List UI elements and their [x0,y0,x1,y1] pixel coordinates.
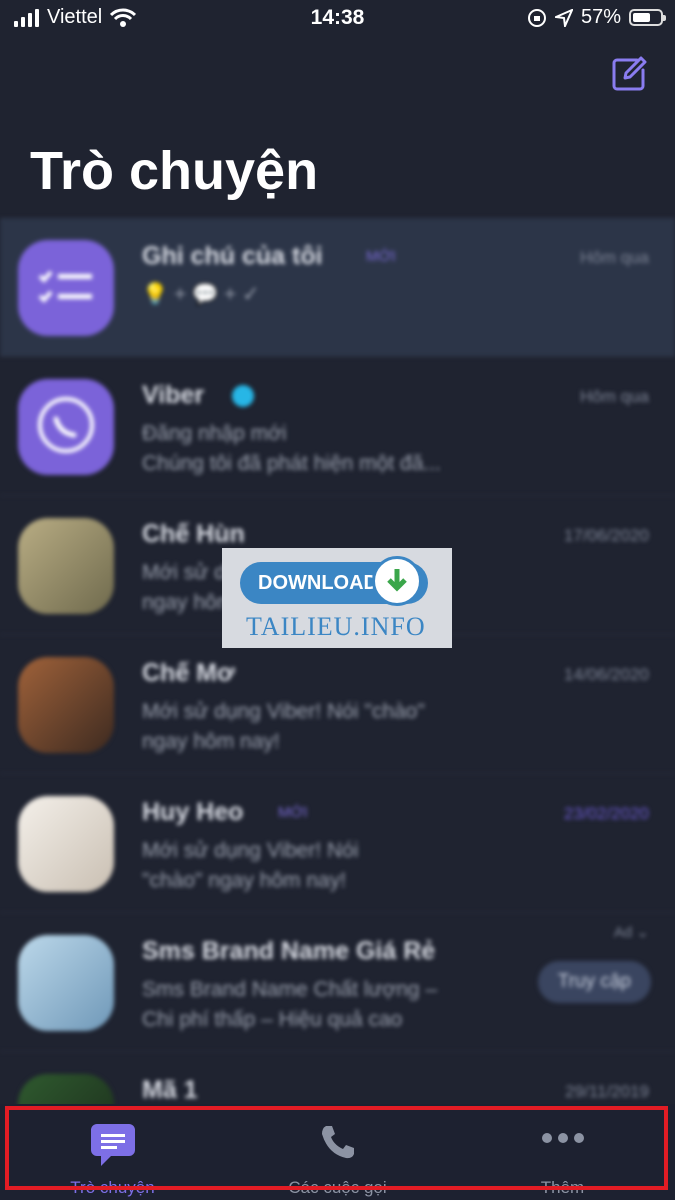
chat-name: Mã 1 [142,1076,198,1104]
checklist-icon [38,270,92,303]
tab-calls[interactable]: Các cuộc gọi [225,1104,450,1200]
chat-name: Ghi chú của tôi [142,242,323,270]
tab-label: Thêm [540,1178,585,1197]
chat-row-huy-heo[interactable]: Huy Heo MỚI Mới sử dụng Viber! Nói "chào… [0,774,675,913]
chat-bubble-icon [90,1124,135,1166]
tab-label: Các cuộc gọi [288,1178,387,1197]
download-arrow-icon [372,556,422,606]
tab-more[interactable]: Thêm [450,1104,675,1200]
chat-date: 14/06/2020 [563,665,649,684]
notes-avatar [18,240,114,336]
new-badge: MỚI [278,804,308,821]
chat-preview: Mới sử dụng Viber! Nói "chào" ngay hôm n… [142,700,425,753]
chat-name: Viber [142,381,205,409]
chat-preview: Sms Brand Name Chất lượng – Chi phí thấp… [142,978,438,1031]
chat-date: 23/02/2020 [563,804,649,823]
chat-list: Ghi chú của tôi MỚI 💡 + 💬 + ✓ Hôm qua Vi… [0,218,675,1191]
bottom-tab-bar: Trò chuyện Các cuộc gọi Thêm [0,1104,675,1200]
avatar [18,796,114,892]
new-badge: MỚI [366,248,396,265]
location-icon [554,8,573,27]
battery-percent: 57% [580,6,621,28]
watermark: DOWNLOAD TAILIEU.INFO [222,548,452,648]
chat-row-ad-sms-brand[interactable]: Sms Brand Name Giá Rẻ Sms Brand Name Chấ… [0,913,675,1052]
phone-icon [321,1126,354,1159]
chat-preview: 💡 + 💬 + ✓ [142,283,260,306]
chat-name: Huy Heo [142,798,244,826]
compose-icon[interactable] [611,56,647,92]
chat-date: Hôm qua [580,387,649,406]
chat-date: 17/06/2020 [563,526,649,545]
chat-preview: Đăng nhập mới Chúng tôi đã phát hiện một… [142,422,441,475]
chat-name: Chế Hùn [142,520,245,548]
ad-label: Ad ⌄ [613,924,649,941]
chat-row-viber[interactable]: Viber Đăng nhập mới Chúng tôi đã phát hi… [0,357,675,496]
battery-icon [629,9,666,26]
tab-label: Trò chuyện [70,1178,155,1197]
chevron-down-icon: ⌄ [636,924,649,941]
rotation-lock-icon [527,8,546,27]
viber-logo-icon [38,397,94,453]
status-bar: Viettel 14:38 57% [0,0,675,40]
avatar [18,518,114,614]
chat-name: Chế Mơ [142,659,235,687]
chat-row-my-notes[interactable]: Ghi chú của tôi MỚI 💡 + 💬 + ✓ Hôm qua [0,218,675,357]
tab-chats[interactable]: Trò chuyện [0,1104,225,1200]
watermark-site: TAILIEU.INFO [246,612,426,641]
chat-name: Sms Brand Name Giá Rẻ [142,937,436,965]
visit-button[interactable]: Truy cập [537,961,651,1003]
chat-date: Hôm qua [580,248,649,267]
avatar [18,935,114,1031]
chat-date: 29/11/2019 [565,1082,649,1101]
more-icon [541,1133,584,1143]
viber-avatar [18,379,114,475]
chat-row-che-mo[interactable]: Chế Mơ Mới sử dụng Viber! Nói "chào" nga… [0,635,675,774]
verified-icon [232,385,254,407]
chat-preview: Mới sử dụng Viber! Nói "chào" ngay hôm n… [142,839,359,892]
avatar [18,657,114,753]
page-title: Trò chuyện [30,141,319,201]
